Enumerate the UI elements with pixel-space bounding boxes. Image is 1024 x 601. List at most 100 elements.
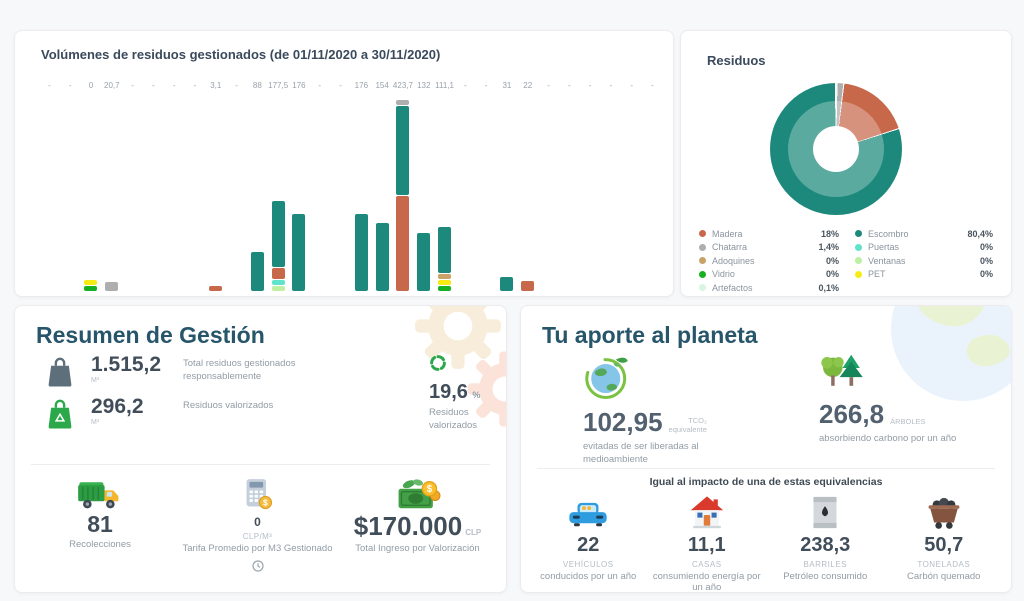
chart-slot: 176 xyxy=(351,81,372,291)
stacked-bar[interactable] xyxy=(251,251,264,291)
stacked-bar[interactable] xyxy=(376,222,389,291)
bar-segment-vidrio[interactable] xyxy=(438,286,451,291)
bar-area xyxy=(601,94,622,291)
chart-slot: - xyxy=(330,81,351,291)
bar-area xyxy=(205,94,226,291)
equivalence-unit: CASAS xyxy=(692,560,722,569)
bar-value-label: 31 xyxy=(502,81,511,94)
bar-segment-vidrio[interactable] xyxy=(84,286,97,291)
equivalence-value: 11,1 xyxy=(688,534,726,557)
legend-item-vidrio[interactable]: Vidrio0% xyxy=(699,268,839,282)
bar-segment-escombro[interactable] xyxy=(251,252,264,291)
resumen-stat-row: 296,2M³Residuos valorizados xyxy=(43,396,333,437)
bar-area xyxy=(81,94,102,291)
chart-slot: - xyxy=(60,81,81,291)
bar-area xyxy=(538,94,559,291)
legend-item-pet[interactable]: PET0% xyxy=(855,268,993,282)
clock-icon[interactable] xyxy=(252,559,264,577)
legend-item-chatarra[interactable]: Chatarra1,4% xyxy=(699,241,839,255)
bar-value-label: - xyxy=(318,81,321,94)
bar-value-label: - xyxy=(589,81,592,94)
kpi-total-ingreso-por-valorizaci-n: $$170.000CLPTotal Ingreso por Valorizaci… xyxy=(340,476,495,577)
stacked-bar[interactable] xyxy=(417,232,430,291)
legend-item-artefactos[interactable]: Artefactos0,1% xyxy=(699,281,839,295)
bar-area xyxy=(517,94,538,291)
bar-segment-madera[interactable] xyxy=(209,286,222,291)
bar-value-label: 3,1 xyxy=(210,81,221,94)
legend-percent: 0% xyxy=(826,269,839,279)
bar-area xyxy=(330,94,351,291)
bar-segment-escombro[interactable] xyxy=(292,214,305,291)
bar-segment-escombro[interactable] xyxy=(376,223,389,291)
stacked-bar[interactable] xyxy=(500,276,513,291)
legend-item-adoquines[interactable]: Adoquines0% xyxy=(699,254,839,268)
donut-legend: Madera18%Chatarra1,4%Adoquines0%Vidrio0%… xyxy=(699,227,993,295)
stacked-bar[interactable] xyxy=(396,99,409,291)
stacked-bar[interactable] xyxy=(521,280,534,291)
dashboard: Volúmenes de residuos gestionados (de 01… xyxy=(0,0,1024,601)
stacked-bar[interactable] xyxy=(105,281,118,291)
legend-dot xyxy=(855,271,862,278)
chart-slot: - xyxy=(601,81,622,291)
planeta-card: Tu aporte al planeta 102,95TCO₂equivalen… xyxy=(520,305,1012,593)
bar-value-label: - xyxy=(194,81,197,94)
stacked-bar[interactable] xyxy=(84,279,97,291)
divider xyxy=(537,468,995,469)
stacked-bar[interactable] xyxy=(438,226,451,291)
chart-slot: 111,1 xyxy=(434,81,455,291)
bar-segment-escombro[interactable] xyxy=(396,106,409,195)
legend-dot xyxy=(699,284,706,291)
chart-slot: - xyxy=(122,81,143,291)
bar-area xyxy=(289,94,310,291)
chart-slot: - xyxy=(559,81,580,291)
bar-segment-ventanas[interactable] xyxy=(272,286,285,291)
bar-segment-escombro[interactable] xyxy=(272,201,285,267)
stat-value-block: 296,2M³ xyxy=(91,396,183,437)
divider xyxy=(31,464,490,465)
equivalence-description: conducidos por un año xyxy=(540,571,636,582)
legend-item-escombro[interactable]: Escombro80,4% xyxy=(855,227,993,241)
equivalence-casas: 11,1CASASconsumiendo energía por un año xyxy=(648,496,767,593)
bar-segment-escombro[interactable] xyxy=(438,227,451,273)
bar-segment-escombro[interactable] xyxy=(417,233,430,291)
bar-value-label: - xyxy=(152,81,155,94)
bar-segment-madera[interactable] xyxy=(521,281,534,291)
bar-segment-pet[interactable] xyxy=(438,280,451,285)
kpi-currency: CLP xyxy=(465,528,481,537)
svg-text:$: $ xyxy=(263,497,268,507)
bar-segment-pet[interactable] xyxy=(84,280,97,285)
residuos-donut-chart[interactable] xyxy=(770,83,902,215)
legend-percent: 0% xyxy=(980,256,993,266)
legend-item-puertas[interactable]: Puertas0% xyxy=(855,241,993,255)
stacked-bar[interactable] xyxy=(272,200,285,291)
bar-segment-adoquines[interactable] xyxy=(438,274,451,279)
stacked-bar[interactable] xyxy=(355,213,368,291)
bar-value-label: - xyxy=(69,81,72,94)
legend-item-madera[interactable]: Madera18% xyxy=(699,227,839,241)
chart-slot: - xyxy=(309,81,330,291)
bar-segment-madera[interactable] xyxy=(272,268,285,279)
legend-name: Adoquines xyxy=(712,256,826,266)
bar-area xyxy=(621,94,642,291)
chart-slot: 177,5 xyxy=(268,81,289,291)
bar-value-label: - xyxy=(131,81,134,94)
bar-segment-madera[interactable] xyxy=(396,196,409,291)
bar-segment-chatarra[interactable] xyxy=(396,100,409,105)
equivalence-value: 50,7 xyxy=(924,534,963,557)
legend-dot xyxy=(699,244,706,251)
planeta-stat-value: 266,8 xyxy=(819,401,884,427)
bag-green-icon xyxy=(43,396,83,437)
planeta-stat-line: 266,8ÁRBOLES xyxy=(819,401,989,427)
bar-segment-escombro[interactable] xyxy=(500,277,513,291)
barrel-icon xyxy=(810,496,840,530)
bar-area xyxy=(642,94,663,291)
chart-slot: - xyxy=(538,81,559,291)
bar-segment-escombro[interactable] xyxy=(355,214,368,291)
stacked-bar[interactable] xyxy=(292,213,305,291)
bar-segment-chatarra[interactable] xyxy=(105,282,118,291)
volume-bar-chart[interactable]: --020,7----3,1-88177,5176--176154423,713… xyxy=(39,81,663,291)
chart-slot: - xyxy=(642,81,663,291)
stacked-bar[interactable] xyxy=(209,285,222,291)
legend-item-ventanas[interactable]: Ventanas0% xyxy=(855,254,993,268)
bar-segment-puertas[interactable] xyxy=(272,280,285,285)
